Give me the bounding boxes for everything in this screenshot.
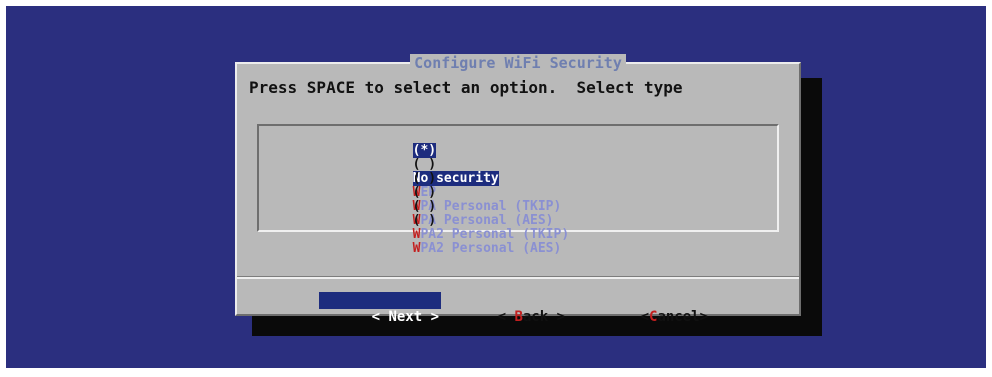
option-wep[interactable]: ( ) WEP [350, 144, 436, 200]
next-button-open: < [371, 309, 389, 325]
option-label: PA2 Personal (TKIP) [420, 227, 570, 242]
dialog-title-text: Configure WiFi Security [410, 54, 626, 72]
option-wpa-personal-tkip[interactable]: ( ) WPA Personal (TKIP) [350, 158, 562, 214]
cancel-button-open: < [640, 309, 650, 325]
option-wpa2-personal-aes[interactable]: ( ) WPA2 Personal (AES) [350, 200, 562, 256]
next-button[interactable]: < Next > [319, 292, 442, 325]
back-button-hotkey: B [514, 309, 523, 325]
radio-button[interactable]: ( ) [413, 213, 436, 228]
next-button-hotkey: N [388, 309, 397, 325]
back-button-open: < [497, 309, 515, 325]
option-label: PA Personal (AES) [420, 213, 554, 228]
terminal-screen: Configure WiFi Security Press SPACE to s… [6, 6, 986, 368]
back-button[interactable]: < Back > [447, 292, 565, 325]
option-wpa-personal-aes[interactable]: ( ) WPA Personal (AES) [350, 172, 554, 228]
dialog-title: Configure WiFi Security [237, 54, 799, 72]
security-options-list: (*) No security ( ) WEP ( ) WPA Personal… [257, 124, 779, 256]
option-wpa2-personal-tkip[interactable]: ( ) WPA2 Personal (TKIP) [350, 186, 570, 242]
wifi-security-dialog: Configure WiFi Security Press SPACE to s… [235, 54, 801, 325]
option-no-security[interactable]: (*) No security [350, 130, 499, 186]
dialog-prompt: Press SPACE to select an option. Select … [249, 78, 683, 97]
back-button-label: ack > [522, 309, 566, 325]
cancel-button-label: ancel> [657, 309, 709, 325]
cancel-button[interactable]: <Cancel> [590, 292, 708, 325]
button-separator [237, 276, 799, 279]
next-button-label: ext > [396, 309, 440, 325]
option-label: PA2 Personal (AES) [420, 241, 562, 256]
